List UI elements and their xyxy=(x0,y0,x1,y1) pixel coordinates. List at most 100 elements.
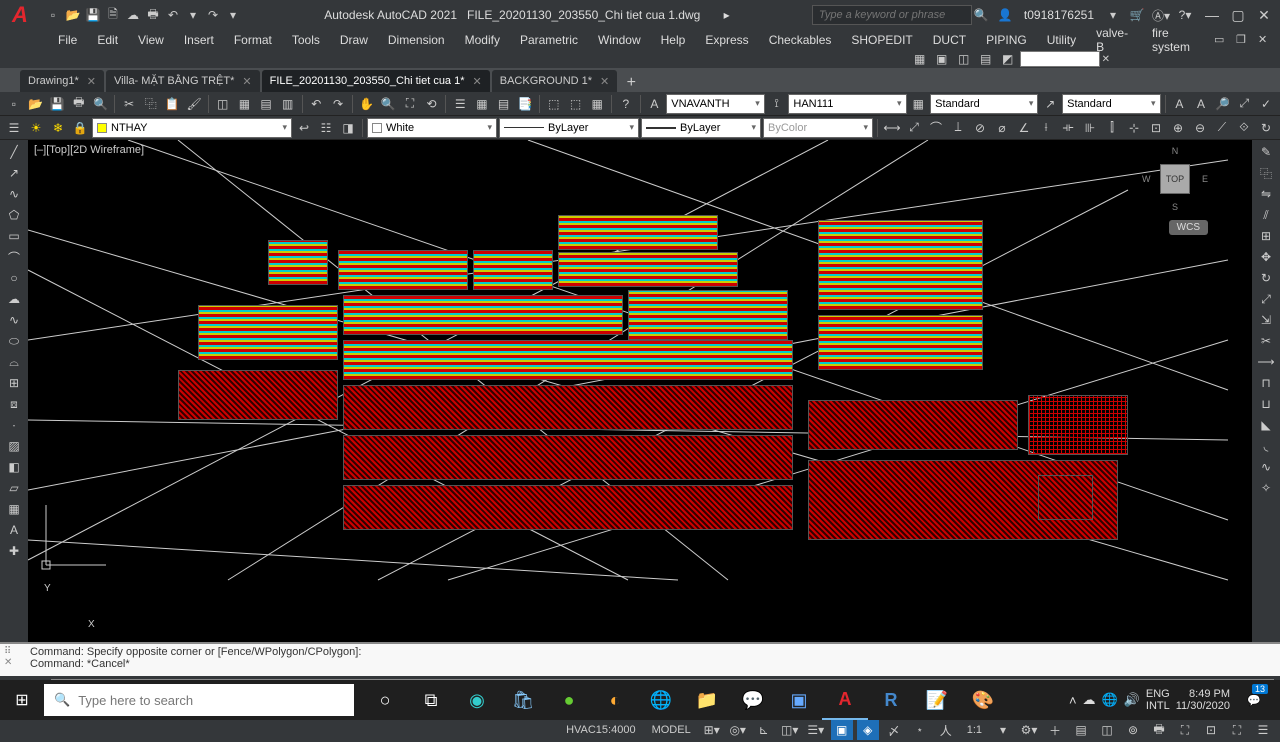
menu-help[interactable]: Help xyxy=(651,30,696,50)
maximize-button[interactable]: ▢ xyxy=(1226,5,1250,25)
menu-valve[interactable]: valve-B xyxy=(1086,30,1142,50)
redo-dropdown-icon[interactable]: ▾ xyxy=(224,6,242,24)
menu-tools[interactable]: Tools xyxy=(282,30,330,50)
circle-icon[interactable]: ○ xyxy=(3,268,25,288)
grid-toggle[interactable]: ⊞▾ xyxy=(701,720,723,740)
dim-ordinate-icon[interactable]: ⟘ xyxy=(948,118,968,138)
pan-icon[interactable]: ✋ xyxy=(357,94,377,114)
web-icon[interactable]: ☁ xyxy=(124,6,142,24)
explorer-icon[interactable]: 📁 xyxy=(684,680,730,720)
viewcube-n[interactable]: N xyxy=(1172,146,1179,156)
notifications-button[interactable]: 💬13 xyxy=(1236,680,1272,720)
blend-icon[interactable]: ∿ xyxy=(1255,457,1277,477)
dc-icon[interactable]: ▦ xyxy=(472,94,492,114)
trim-icon[interactable]: ✂ xyxy=(1255,331,1277,351)
cortana-icon[interactable]: ○ xyxy=(362,680,408,720)
cleanscreen-toggle[interactable]: ☰ xyxy=(1252,720,1274,740)
explode-icon[interactable]: ✧ xyxy=(1255,478,1277,498)
matchprop-icon[interactable]: 🖌 xyxy=(184,94,204,114)
user-dropdown-icon[interactable]: ▾ xyxy=(1104,6,1122,24)
menu-checkables[interactable]: Checkables xyxy=(759,30,842,50)
paste-icon[interactable]: 📋 xyxy=(163,94,183,114)
app-store-icon[interactable]: Ⓐ▾ xyxy=(1152,6,1170,24)
dim-continue-icon[interactable]: ⊪ xyxy=(1080,118,1100,138)
save-file-icon[interactable]: 💾 xyxy=(47,94,67,114)
menu-dimension[interactable]: Dimension xyxy=(378,30,455,50)
plotstyle-combo[interactable]: ByColor▾ xyxy=(763,118,873,138)
tab-close-icon[interactable]: ✕ xyxy=(600,75,609,88)
help2-icon[interactable]: ? xyxy=(616,94,636,114)
units-toggle[interactable]: ⊚ xyxy=(1122,720,1144,740)
dim-linear-icon[interactable]: ⟷ xyxy=(882,118,902,138)
menu-utility[interactable]: Utility xyxy=(1037,30,1086,50)
tp-icon[interactable]: ▤ xyxy=(494,94,514,114)
menu-draw[interactable]: Draw xyxy=(330,30,378,50)
plot-icon[interactable]: 🖶 xyxy=(144,6,162,24)
dim-arc-icon[interactable]: ⌒ xyxy=(926,118,946,138)
rotate-icon[interactable]: ↻ xyxy=(1255,268,1277,288)
notes-icon[interactable]: 📝 xyxy=(914,680,960,720)
menu-duct[interactable]: DUCT xyxy=(923,30,976,50)
gradient-icon[interactable]: ◧ xyxy=(3,457,25,477)
menu-express[interactable]: Express xyxy=(695,30,758,50)
find-icon[interactable]: 🔎 xyxy=(1213,94,1233,114)
annovis-toggle[interactable]: ⚙▾ xyxy=(1018,720,1040,740)
table2-icon[interactable]: ▦ xyxy=(3,499,25,519)
viewcube-w[interactable]: W xyxy=(1142,174,1151,184)
lwt-toggle[interactable]: ﹡ xyxy=(909,720,931,740)
user-name[interactable]: t0918176251 xyxy=(1020,8,1098,22)
block-icon[interactable]: ◫ xyxy=(213,94,233,114)
offset-icon[interactable]: ⫽ xyxy=(1255,205,1277,225)
erase-icon[interactable]: ✎ xyxy=(1255,142,1277,162)
block2-icon[interactable]: ▦ xyxy=(235,94,255,114)
qv-icon-3[interactable]: ◫ xyxy=(954,49,974,69)
menu-firesystem[interactable]: fire system xyxy=(1142,30,1214,50)
props-icon[interactable]: ☰ xyxy=(450,94,470,114)
layer-mgr-icon[interactable]: ☰ xyxy=(4,118,24,138)
new-file-icon[interactable]: ▫ xyxy=(4,94,24,114)
hatch-icon[interactable]: ▨ xyxy=(3,436,25,456)
tray-cloud-icon[interactable]: ☁ xyxy=(1083,692,1096,708)
color-combo[interactable]: White▾ xyxy=(367,118,497,138)
layer-on-icon[interactable]: ☀ xyxy=(26,118,46,138)
tab-villa[interactable]: Villa- MẶT BẰNG TRỆT*✕ xyxy=(106,70,260,92)
fillet-icon[interactable]: ◟ xyxy=(1255,436,1277,456)
start-button[interactable]: ⊞ xyxy=(0,680,44,720)
menu-format[interactable]: Format xyxy=(224,30,282,50)
isolate-toggle[interactable]: ⊡ xyxy=(1200,720,1222,740)
hw-accel-toggle[interactable]: ⛶ xyxy=(1226,720,1248,740)
zalo-icon[interactable]: 💬 xyxy=(730,680,776,720)
copy2-icon[interactable]: ⿻ xyxy=(1255,163,1277,183)
viewcube-e[interactable]: E xyxy=(1202,174,1208,184)
tab-close-icon[interactable]: ✕ xyxy=(473,75,482,88)
tray-network-icon[interactable]: 🌐 xyxy=(1102,692,1118,708)
textstyle-icon[interactable]: A xyxy=(645,94,665,114)
dim-aligned-icon[interactable]: ⤢ xyxy=(904,118,924,138)
menu-shopedit[interactable]: SHOPEDIT xyxy=(841,30,922,50)
ellipse-arc-icon[interactable]: ⌓ xyxy=(3,352,25,372)
drawing-canvas[interactable]: [–][Top][2D Wireframe] xyxy=(28,140,1252,642)
zoom-win-icon[interactable]: ⛶ xyxy=(400,94,420,114)
spell-icon[interactable]: ✓ xyxy=(1256,94,1276,114)
chamfer-icon[interactable]: ◣ xyxy=(1255,415,1277,435)
menu-piping[interactable]: PIPING xyxy=(976,30,1037,50)
ray-icon[interactable]: ↗ xyxy=(3,163,25,183)
workspace-switch[interactable]: ▤ xyxy=(1070,720,1092,740)
app-blue-icon[interactable]: ▣ xyxy=(776,680,822,720)
infocenter-search-input[interactable] xyxy=(812,5,972,25)
mirror-icon[interactable]: ⇋ xyxy=(1255,184,1277,204)
dim-style-combo[interactable]: HAN111▾ xyxy=(788,94,906,114)
dim-space-icon[interactable]: ⫿ xyxy=(1102,118,1122,138)
autocad-task-icon[interactable]: A xyxy=(822,680,868,720)
tablestyle-icon[interactable]: ▦ xyxy=(909,94,929,114)
block4-icon[interactable]: ▥ xyxy=(278,94,298,114)
copy-icon[interactable]: ⿻ xyxy=(141,94,161,114)
revit-icon[interactable]: R xyxy=(868,680,914,720)
qv-close-icon[interactable]: ✕ xyxy=(1102,54,1110,65)
layer-lock-icon[interactable]: 🔒 xyxy=(70,118,90,138)
undo-icon[interactable]: ↶ xyxy=(164,6,182,24)
tray-clock[interactable]: 8:49 PM 11/30/2020 xyxy=(1176,688,1230,712)
zoom-prev-icon[interactable]: ⟲ xyxy=(422,94,442,114)
rectangle-icon[interactable]: ▭ xyxy=(3,226,25,246)
move-icon[interactable]: ✥ xyxy=(1255,247,1277,267)
